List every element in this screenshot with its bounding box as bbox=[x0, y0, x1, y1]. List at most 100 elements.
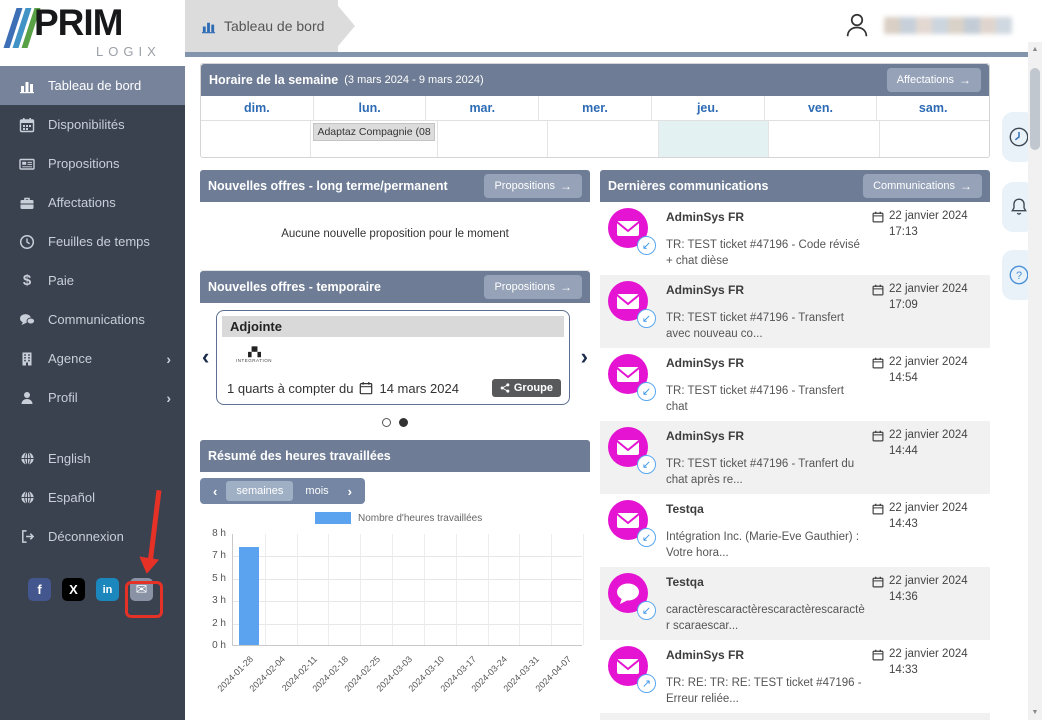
gridline bbox=[297, 534, 298, 645]
day-cell bbox=[880, 121, 989, 157]
calendar-icon bbox=[872, 211, 884, 223]
message-sender: Testqa bbox=[666, 502, 868, 516]
message-date: 22 janvier 2024 bbox=[872, 502, 984, 515]
day-cell bbox=[201, 121, 311, 157]
next-item-peek bbox=[600, 713, 990, 720]
assignment-chip[interactable]: Adaptaz Compagnie (08 bbox=[313, 123, 434, 141]
chevron-right-icon: › bbox=[166, 351, 171, 367]
day-header: sam. bbox=[877, 96, 989, 120]
carousel-dot-1[interactable] bbox=[382, 418, 391, 427]
carousel-dot-2[interactable] bbox=[399, 418, 408, 427]
sidebar-item-paie[interactable]: $ Paie bbox=[0, 261, 185, 300]
breadcrumb[interactable]: Tableau de bord bbox=[185, 0, 338, 52]
globe-icon bbox=[15, 490, 39, 505]
vertical-scrollbar: ▲ ▼ bbox=[1028, 42, 1042, 720]
sidebar-item-profil[interactable]: Profil › bbox=[0, 378, 185, 417]
carousel-prev-button[interactable]: ‹ bbox=[202, 346, 209, 368]
offer-quantity: 1 quarts à compter du bbox=[227, 381, 353, 396]
day-header: dim. bbox=[201, 96, 314, 120]
message-subject: TR: TEST ticket #47196 - Transfert chat bbox=[666, 384, 868, 415]
calendar-icon bbox=[872, 576, 884, 588]
communications-list: ↙ AdminSys FR TR: TEST ticket #47196 - C… bbox=[600, 202, 990, 713]
toggle-next-button[interactable]: › bbox=[341, 484, 359, 499]
day-header: mar. bbox=[426, 96, 539, 120]
sidebar-item-label: Profil bbox=[48, 390, 78, 405]
scroll-up-button[interactable]: ▲ bbox=[1028, 46, 1042, 53]
gridline bbox=[360, 534, 361, 645]
day-header: ven. bbox=[765, 96, 878, 120]
arrow-right-icon: → bbox=[560, 280, 572, 294]
x-twitter-icon[interactable]: X bbox=[62, 578, 85, 601]
sidebar-item-communications[interactable]: Communications bbox=[0, 300, 185, 339]
toggle-mois[interactable]: mois bbox=[295, 481, 338, 501]
y-axis-tick: 7 h bbox=[200, 550, 226, 561]
communication-item[interactable]: ↗ AdminSys FR TR: RE: TR: RE: TEST ticke… bbox=[600, 640, 990, 713]
day-cell bbox=[438, 121, 548, 157]
chart-bar bbox=[239, 547, 259, 645]
communication-item[interactable]: ↙ AdminSys FR TR: TEST ticket #47196 - T… bbox=[600, 421, 990, 494]
offers-long-title: Nouvelles offres - long terme/permanent bbox=[208, 179, 448, 193]
message-avatar: ↙ bbox=[608, 575, 648, 615]
message-date: 22 janvier 2024 bbox=[872, 283, 984, 296]
communication-item[interactable]: ↙ Testqa caractèrescaractèrescaractèresc… bbox=[600, 567, 990, 640]
globe-icon bbox=[15, 451, 39, 466]
toggle-semaines[interactable]: semaines bbox=[226, 481, 293, 501]
company-logo: ▞▚ INTEGRATION bbox=[231, 347, 277, 363]
y-axis-tick: 8 h bbox=[200, 528, 226, 539]
language-english[interactable]: English bbox=[0, 439, 185, 478]
message-subject: caractèrescaractèrescaractèrescaractèr s… bbox=[666, 603, 868, 634]
carousel-next-button[interactable]: › bbox=[581, 346, 588, 368]
day-cell: Adaptaz Compagnie (08 bbox=[311, 121, 437, 157]
brand-logo[interactable]: PRIM LOGIX bbox=[0, 0, 185, 66]
toggle-prev-button[interactable]: ‹ bbox=[206, 484, 224, 499]
sidebar-item-propositions[interactable]: Propositions bbox=[0, 144, 185, 183]
y-axis-tick: 5 h bbox=[200, 573, 226, 584]
calendar-icon bbox=[872, 649, 884, 661]
chart-plot-area bbox=[232, 534, 582, 646]
communication-item[interactable]: ↙ AdminSys FR TR: TEST ticket #47196 - C… bbox=[600, 202, 990, 275]
calendar-icon bbox=[872, 284, 884, 296]
message-sender: AdminSys FR bbox=[666, 210, 868, 224]
offer-date: 14 mars 2024 bbox=[379, 381, 459, 396]
group-button[interactable]: Groupe bbox=[492, 379, 561, 397]
communication-item[interactable]: ↙ AdminSys FR TR: TEST ticket #47196 - T… bbox=[600, 348, 990, 421]
message-time: 14:44 bbox=[889, 445, 984, 457]
annotation-highlight-box bbox=[125, 581, 163, 618]
propositions-button[interactable]: Propositions→ bbox=[484, 275, 582, 299]
message-sender: AdminSys FR bbox=[666, 283, 868, 297]
propositions-button[interactable]: Propositions→ bbox=[484, 174, 582, 198]
linkedin-icon[interactable]: in bbox=[96, 578, 119, 601]
building-icon bbox=[15, 351, 39, 367]
offers-temp-header: Nouvelles offres - temporaire Propositio… bbox=[200, 271, 590, 303]
arrow-right-icon: → bbox=[960, 179, 972, 193]
day-cell bbox=[659, 121, 769, 157]
affectations-button[interactable]: Affectations→ bbox=[887, 68, 981, 92]
scroll-down-button[interactable]: ▼ bbox=[1028, 709, 1042, 716]
sidebar-item-feuilles-de-temps[interactable]: Feuilles de temps bbox=[0, 222, 185, 261]
sidebar-item-tableau-de-bord[interactable]: Tableau de bord bbox=[0, 66, 185, 105]
carousel-dots bbox=[200, 418, 590, 427]
offers-long-empty-message: Aucune nouvelle proposition pour le mome… bbox=[200, 202, 590, 270]
bar-chart-icon bbox=[201, 19, 216, 34]
message-date: 22 janvier 2024 bbox=[872, 648, 984, 661]
sidebar-item-disponibilites[interactable]: Disponibilités bbox=[0, 105, 185, 144]
direction-badge-icon: ↙ bbox=[637, 309, 656, 328]
period-toggle: ‹ semaines mois › bbox=[200, 478, 365, 504]
schedule-day-headers: dim.lun.mar.mer.jeu.ven.sam. bbox=[201, 96, 989, 121]
day-header: mer. bbox=[539, 96, 652, 120]
message-sender: Testqa bbox=[666, 575, 868, 589]
scroll-thumb[interactable] bbox=[1030, 68, 1040, 150]
user-menu[interactable] bbox=[842, 10, 1012, 40]
offer-card[interactable]: Adjointe ▞▚ INTEGRATION 1 quarts à compt… bbox=[216, 310, 570, 405]
communications-panel: Dernières communications Communications→… bbox=[600, 170, 990, 720]
communications-button[interactable]: Communications→ bbox=[863, 174, 982, 198]
sidebar-item-affectations[interactable]: Affectations bbox=[0, 183, 185, 222]
message-avatar: ↙ bbox=[608, 283, 648, 323]
offers-long-panel: Nouvelles offres - long terme/permanent … bbox=[200, 170, 590, 271]
communication-item[interactable]: ↙ AdminSys FR TR: TEST ticket #47196 - T… bbox=[600, 275, 990, 348]
sidebar: PRIM LOGIX Tableau de bord Disponibilité… bbox=[0, 0, 185, 720]
sidebar-item-agence[interactable]: Agence › bbox=[0, 339, 185, 378]
communications-title: Dernières communications bbox=[608, 179, 768, 193]
communication-item[interactable]: ↙ Testqa Intégration Inc. (Marie-Eve Gau… bbox=[600, 494, 990, 567]
facebook-icon[interactable]: f bbox=[28, 578, 51, 601]
